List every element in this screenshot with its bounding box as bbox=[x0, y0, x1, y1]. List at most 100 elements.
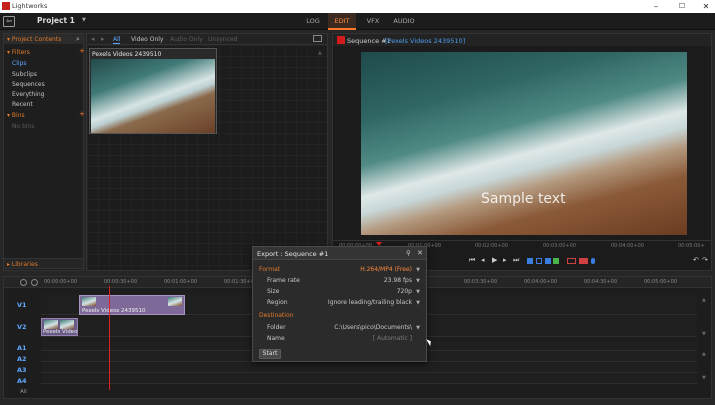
frame-rate-label: Frame rate bbox=[267, 277, 300, 284]
folder-chevron-icon[interactable]: ▼ bbox=[416, 325, 420, 331]
name-value[interactable]: [ Automatic ] bbox=[373, 335, 412, 342]
track-label-v1[interactable]: V1 bbox=[17, 301, 27, 309]
size-chevron-icon[interactable]: ▼ bbox=[416, 289, 420, 295]
track-label-a3[interactable]: A3 bbox=[17, 366, 27, 374]
tab-vfx[interactable]: VFX bbox=[360, 13, 386, 30]
timeline-ruler-tick: 00:01:00+00 bbox=[164, 279, 198, 285]
filter-recent[interactable]: Recent bbox=[12, 101, 33, 108]
project-title[interactable]: Project 1 bbox=[37, 16, 75, 25]
search-icon[interactable]: ⌕ bbox=[76, 35, 80, 44]
timeline-ruler-tick: 00:03:30+00 bbox=[464, 279, 498, 285]
lightworks-logo-icon bbox=[2, 2, 10, 10]
undo-icon[interactable]: ↶ bbox=[693, 256, 699, 264]
close-window-button[interactable]: ✕ bbox=[694, 0, 715, 13]
sequence-source: [Pexels Videos 2439510] bbox=[385, 37, 466, 45]
start-export-button[interactable]: Start bbox=[259, 349, 281, 359]
maximize-button[interactable]: ☐ bbox=[670, 0, 694, 13]
step-forward-button[interactable]: ▸ bbox=[503, 256, 507, 264]
zoom-out-icon[interactable] bbox=[20, 279, 27, 286]
region-chevron-icon[interactable]: ▼ bbox=[416, 300, 420, 306]
bins-label[interactable]: ▾ Bins bbox=[7, 112, 25, 119]
forward-arrow-icon[interactable]: ▸ bbox=[101, 35, 105, 43]
step-back-button[interactable]: ◂ bbox=[481, 256, 485, 264]
track-label-v2[interactable]: V2 bbox=[17, 323, 27, 331]
clip-thumbnail[interactable] bbox=[91, 59, 215, 133]
libraries-label[interactable]: ▸ Libraries bbox=[7, 261, 38, 268]
browser-tab-video-only[interactable]: Video Only bbox=[131, 36, 163, 43]
clip-tile[interactable]: Pexels Videos 2439510 bbox=[89, 48, 217, 134]
go-to-start-button[interactable]: ⏮ bbox=[469, 256, 475, 265]
folder-label: Folder bbox=[267, 324, 286, 331]
timeline-clip-v2[interactable]: Pexels Video bbox=[41, 318, 78, 336]
audio-scroll-up-icon[interactable]: ▲ bbox=[702, 351, 706, 357]
browser-tab-audio-only[interactable]: Audio Only bbox=[170, 36, 203, 43]
view-mode-icon[interactable] bbox=[313, 35, 322, 42]
track-label-a1[interactable]: A1 bbox=[17, 344, 27, 352]
clip-thumbnail bbox=[168, 297, 182, 306]
add-bin-icon[interactable]: + bbox=[79, 110, 85, 118]
play-button[interactable]: ▶ bbox=[492, 256, 497, 264]
tab-log[interactable]: LOG bbox=[300, 13, 326, 30]
track-a4[interactable] bbox=[41, 374, 697, 384]
browser-tab-unsynced[interactable]: Unsynced bbox=[208, 36, 237, 43]
size-value[interactable]: 720p bbox=[397, 288, 412, 295]
insert-icon[interactable] bbox=[567, 258, 576, 264]
replace-icon[interactable] bbox=[579, 258, 588, 264]
exit-project-button[interactable]: ⇦ bbox=[3, 16, 15, 27]
add-filter-icon[interactable]: + bbox=[79, 47, 85, 55]
size-label: Size bbox=[267, 288, 280, 295]
format-value[interactable]: H.264/MP4 (Free) bbox=[360, 266, 412, 273]
frame-rate-value[interactable]: 23.98 fps bbox=[384, 277, 412, 284]
project-menu-chevron-icon[interactable]: ▼ bbox=[82, 17, 86, 23]
filters-label[interactable]: ▾ Filters bbox=[7, 49, 30, 56]
sequence-viewer: Sequence #1 [Pexels Videos 2439510] Samp… bbox=[332, 33, 712, 271]
go-to-end-button[interactable]: ⏭ bbox=[513, 256, 519, 265]
timeline-clip-v1[interactable]: Pexels Videos 2439510 bbox=[79, 295, 185, 315]
no-bins-text: No bins bbox=[12, 123, 35, 130]
all-tracks-button[interactable]: All bbox=[20, 389, 27, 395]
filter-subclips[interactable]: Subclips bbox=[12, 71, 37, 78]
timeline-scroll-down-icon[interactable]: ▼ bbox=[702, 331, 706, 337]
mark-out-icon[interactable] bbox=[545, 258, 551, 264]
format-dropdown-chevron-icon[interactable]: ▼ bbox=[416, 267, 420, 273]
scroll-up-arrow-icon[interactable]: ▲ bbox=[318, 50, 322, 56]
track-label-a4[interactable]: A4 bbox=[17, 377, 27, 385]
timeline-clip-label: Pexels Videos 2439510 bbox=[82, 308, 146, 314]
minimize-button[interactable]: – bbox=[644, 0, 668, 13]
project-contents-label[interactable]: ▾ Project Contents bbox=[7, 36, 61, 43]
redo-icon[interactable]: ↷ bbox=[702, 256, 708, 264]
clear-mark-icon[interactable] bbox=[536, 258, 542, 264]
audio-scroll-down-icon[interactable]: ▼ bbox=[702, 375, 706, 381]
close-icon[interactable]: ✕ bbox=[417, 249, 423, 257]
tab-edit[interactable]: EDIT bbox=[328, 13, 356, 30]
region-value[interactable]: Ignore leading/trailing black bbox=[328, 299, 412, 306]
filter-everything[interactable]: Everything bbox=[12, 91, 44, 98]
pin-icon[interactable]: ⚲ bbox=[406, 249, 411, 257]
timeline-clip-label: Pexels Video bbox=[43, 329, 78, 335]
libraries-panel[interactable]: ▸ Libraries bbox=[3, 258, 84, 269]
timeline-playhead[interactable] bbox=[109, 286, 110, 390]
export-dialog: Export : Sequence #1 ⚲ ✕ Format H.264/MP… bbox=[252, 246, 427, 362]
mark-clip-icon[interactable] bbox=[553, 258, 559, 264]
mark-in-icon[interactable] bbox=[527, 258, 533, 264]
window-titlebar: Lightworks – ☐ ✕ bbox=[0, 0, 715, 13]
track-a3[interactable] bbox=[41, 363, 697, 373]
microphone-icon[interactable] bbox=[591, 258, 595, 264]
tab-audio[interactable]: AUDIO bbox=[390, 13, 418, 30]
track-label-a2[interactable]: A2 bbox=[17, 355, 27, 363]
clip-thumbnail bbox=[60, 320, 74, 329]
frame-rate-chevron-icon[interactable]: ▼ bbox=[416, 278, 420, 284]
viewer-ruler-tick: 00:02:00+00 bbox=[475, 243, 509, 249]
export-dialog-header[interactable]: Export : Sequence #1 ⚲ ✕ bbox=[253, 247, 426, 260]
folder-value[interactable]: C:\Users\pico\Documents\ bbox=[334, 324, 412, 331]
viewer-header: Sequence #1 [Pexels Videos 2439510] bbox=[333, 34, 711, 46]
project-contents-panel: ▾ Project Contents ⌕ ▾ Filters + Clips S… bbox=[3, 33, 85, 271]
clip-thumbnail bbox=[44, 320, 58, 329]
timeline-scroll-up-icon[interactable]: ▲ bbox=[702, 297, 706, 303]
zoom-in-icon[interactable] bbox=[31, 279, 38, 286]
filter-sequences[interactable]: Sequences bbox=[12, 81, 45, 88]
filter-clips[interactable]: Clips bbox=[12, 60, 26, 67]
browser-tab-all[interactable]: All bbox=[113, 36, 121, 44]
back-arrow-icon[interactable]: ◂ bbox=[91, 35, 95, 43]
video-preview[interactable]: Sample text bbox=[361, 52, 687, 235]
